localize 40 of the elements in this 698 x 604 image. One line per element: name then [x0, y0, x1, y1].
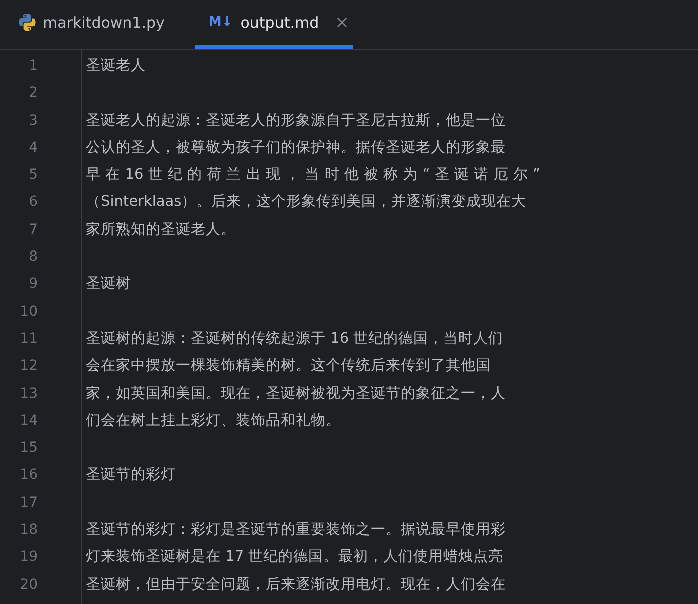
line-number: 2	[29, 85, 38, 102]
line-number: 5	[29, 167, 38, 184]
code-line: 早 在 16 世 纪 的 荷 兰 出 现 ， 当 时 他 被 称 为 “ 圣 诞 诺 厄 尔 ”	[86, 167, 540, 184]
code-line: 圣诞节的彩灯：彩灯是圣诞节的重要装饰之一。据说最早使用彩	[86, 522, 506, 538]
line-number: 20	[20, 576, 38, 593]
code-line: 家所熟知的圣诞老人。	[86, 222, 236, 238]
line-number: 9	[29, 276, 38, 292]
line-number: 3	[29, 112, 38, 129]
code-line: （Sinterklaas）。后来，这个形象传到美国，并逐渐演变成现在大	[86, 194, 527, 210]
close-icon[interactable]: ×	[335, 12, 350, 32]
line-number: 17	[20, 494, 38, 511]
line-number: 14	[20, 412, 38, 429]
editor-tab[interactable]: M↓ output.md ×	[194, 0, 354, 49]
line-number: 8	[29, 249, 38, 266]
markdown-file-icon: M↓	[208, 15, 233, 30]
line-number: 12	[20, 358, 38, 374]
code-line: 圣诞老人的起源：圣诞老人的形象源自于圣尼古拉斯，他是一位	[86, 112, 506, 129]
line-number: 1	[29, 58, 38, 74]
line-number: 19	[20, 549, 38, 566]
line-number: 16	[20, 467, 38, 484]
code-line: 圣诞节的彩灯	[86, 467, 176, 484]
code-line: 圣诞树	[86, 276, 131, 292]
line-number: 15	[20, 440, 38, 456]
code-line: 圣诞树，但由于安全问题，后来逐渐改用电灯。现在，人们会在	[86, 576, 506, 593]
python-file-icon	[18, 13, 37, 32]
line-number: 10	[20, 304, 38, 320]
code-line: 灯来装饰圣诞树是在 17 世纪的德国。最初，人们使用蜡烛点亮	[86, 549, 504, 566]
editor-tab[interactable]: markitdown1.py	[14, 0, 169, 49]
code-line: 圣诞树的起源：圣诞树的传统起源于 16 世纪的德国，当时人们	[86, 330, 504, 347]
code-line: 圣诞老人	[86, 58, 146, 74]
line-number: 6	[29, 194, 38, 210]
code-line: 家，如英国和美国。现在，圣诞树被视为圣诞节的象征之一，人	[86, 386, 506, 402]
code-line: 公认的圣人，被尊敬为孩子们的保护神。据传圣诞老人的形象最	[86, 140, 506, 156]
line-number: 18	[20, 522, 38, 538]
line-number: 4	[29, 140, 38, 156]
code-line: 会在家中摆放一棵装饰精美的树。这个传统后来传到了其他国	[86, 358, 491, 374]
line-number: 11	[20, 330, 38, 347]
line-number: 7	[29, 222, 38, 238]
code-line: 们会在树上挂上彩灯、装饰品和礼物。	[86, 412, 341, 429]
line-number: 13	[20, 386, 38, 402]
